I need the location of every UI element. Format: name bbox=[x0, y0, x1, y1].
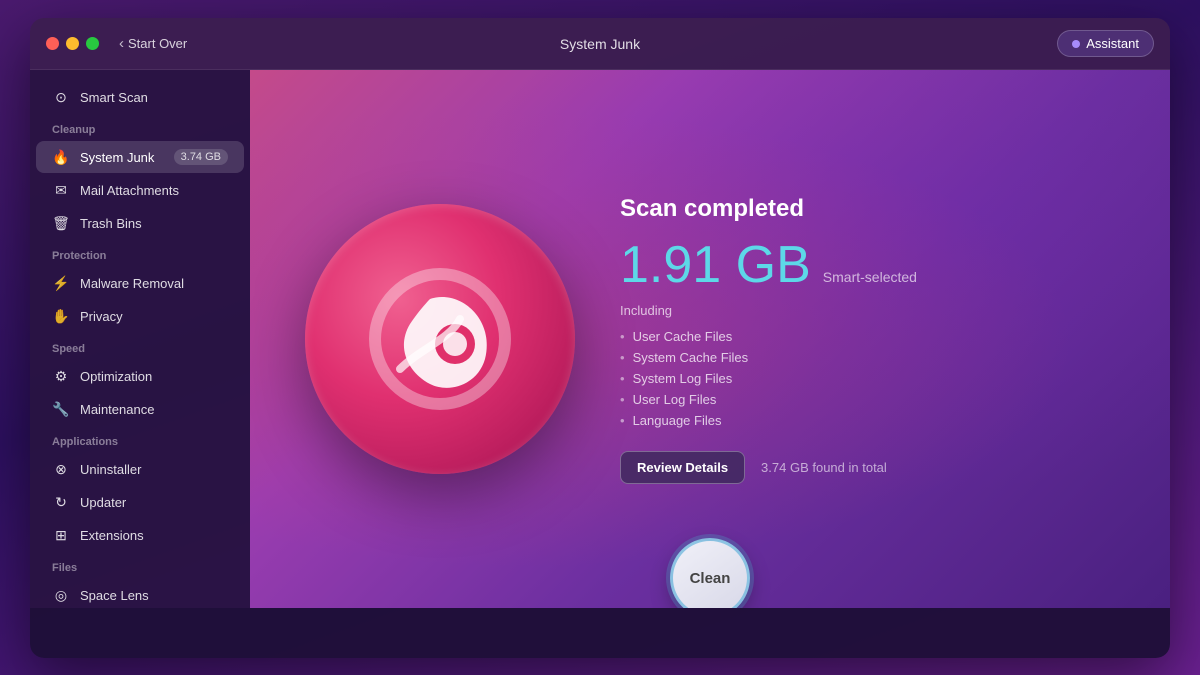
back-button[interactable]: ‹ Start Over bbox=[119, 35, 187, 52]
sidebar-label-system-junk: System Junk bbox=[80, 150, 154, 165]
sidebar-label-smart-scan: Smart Scan bbox=[80, 90, 148, 105]
updater-icon: ↻ bbox=[52, 493, 70, 511]
extensions-icon: ⊞ bbox=[52, 526, 70, 544]
scan-completed-title: Scan completed bbox=[620, 195, 1100, 223]
sidebar-label-trash: Trash Bins bbox=[80, 216, 142, 231]
sidebar-item-uninstaller[interactable]: ⊗ Uninstaller bbox=[36, 453, 244, 485]
minimize-button[interactable] bbox=[66, 37, 79, 50]
sidebar-label-mail: Mail Attachments bbox=[80, 183, 179, 198]
app-icon bbox=[305, 204, 575, 474]
sidebar-label-uninstaller: Uninstaller bbox=[80, 462, 141, 477]
sidebar-item-malware-removal[interactable]: ⚡ Malware Removal bbox=[36, 267, 244, 299]
content-row: Scan completed 1.91 GB Smart-selected In… bbox=[250, 175, 1170, 504]
chevron-left-icon: ‹ bbox=[119, 35, 124, 52]
sidebar-item-privacy[interactable]: ✋ Privacy bbox=[36, 300, 244, 332]
list-item: Language Files bbox=[620, 410, 1100, 431]
sidebar-item-trash-bins[interactable]: 🗑 Trash Bins bbox=[36, 207, 244, 239]
privacy-icon: ✋ bbox=[52, 307, 70, 325]
scan-results: Scan completed 1.91 GB Smart-selected In… bbox=[590, 175, 1130, 504]
list-item: User Cache Files bbox=[620, 326, 1100, 347]
section-label-cleanup: Cleanup bbox=[30, 114, 250, 140]
main-window: ‹ Start Over System Junk Assistant ⊙ Sma… bbox=[30, 18, 1170, 658]
list-item: User Log Files bbox=[620, 389, 1100, 410]
sidebar-label-extensions: Extensions bbox=[80, 528, 144, 543]
section-label-protection: Protection bbox=[30, 240, 250, 266]
section-label-files: Files bbox=[30, 552, 250, 578]
app-logo-svg bbox=[355, 254, 525, 424]
assistant-dot-icon bbox=[1072, 40, 1080, 48]
review-row: Review Details 3.74 GB found in total bbox=[620, 451, 1100, 484]
smart-scan-icon: ⊙ bbox=[52, 88, 70, 106]
sidebar-item-updater[interactable]: ↻ Updater bbox=[36, 486, 244, 518]
sidebar-label-maintenance: Maintenance bbox=[80, 402, 154, 417]
maintenance-icon: 🔧 bbox=[52, 400, 70, 418]
trash-icon: 🗑 bbox=[52, 214, 70, 232]
space-lens-icon: ◎ bbox=[52, 586, 70, 604]
review-details-button[interactable]: Review Details bbox=[620, 451, 745, 484]
section-label-applications: Applications bbox=[30, 426, 250, 452]
app-icon-wrap bbox=[290, 189, 590, 489]
section-label-speed: Speed bbox=[30, 333, 250, 359]
titlebar: ‹ Start Over System Junk Assistant bbox=[30, 18, 1170, 70]
main-panel: Scan completed 1.91 GB Smart-selected In… bbox=[250, 70, 1170, 608]
sidebar: ⊙ Smart Scan Cleanup 🔥 System Junk 3.74 … bbox=[30, 70, 250, 608]
sidebar-item-system-junk[interactable]: 🔥 System Junk 3.74 GB bbox=[36, 141, 244, 173]
traffic-lights bbox=[46, 37, 99, 50]
sidebar-item-optimization[interactable]: ⚙ Optimization bbox=[36, 360, 244, 392]
sidebar-label-updater: Updater bbox=[80, 495, 126, 510]
uninstaller-icon: ⊗ bbox=[52, 460, 70, 478]
sidebar-label-space-lens: Space Lens bbox=[80, 588, 149, 603]
sidebar-item-maintenance[interactable]: 🔧 Maintenance bbox=[36, 393, 244, 425]
found-total-label: 3.74 GB found in total bbox=[761, 460, 887, 475]
clean-button-wrap: Clean bbox=[670, 538, 750, 608]
system-junk-badge: 3.74 GB bbox=[174, 149, 228, 165]
sidebar-label-malware: Malware Removal bbox=[80, 276, 184, 291]
mail-icon: ✉ bbox=[52, 181, 70, 199]
window-title: System Junk bbox=[560, 36, 640, 52]
content-area: ⊙ Smart Scan Cleanup 🔥 System Junk 3.74 … bbox=[30, 70, 1170, 608]
list-item: System Cache Files bbox=[620, 347, 1100, 368]
including-label: Including bbox=[620, 303, 1100, 318]
assistant-button[interactable]: Assistant bbox=[1057, 30, 1154, 57]
sidebar-item-smart-scan[interactable]: ⊙ Smart Scan bbox=[36, 81, 244, 113]
bottom-strip bbox=[30, 608, 1170, 658]
assistant-label: Assistant bbox=[1086, 36, 1139, 51]
sidebar-label-privacy: Privacy bbox=[80, 309, 123, 324]
scan-size-label: Smart-selected bbox=[823, 269, 917, 285]
scan-size-row: 1.91 GB Smart-selected bbox=[620, 239, 1100, 291]
maximize-button[interactable] bbox=[86, 37, 99, 50]
scan-size-number: 1.91 GB bbox=[620, 239, 811, 291]
file-list: User Cache Files System Cache Files Syst… bbox=[620, 326, 1100, 431]
back-label: Start Over bbox=[128, 36, 187, 51]
sidebar-item-extensions[interactable]: ⊞ Extensions bbox=[36, 519, 244, 551]
list-item: System Log Files bbox=[620, 368, 1100, 389]
sidebar-item-mail-attachments[interactable]: ✉ Mail Attachments bbox=[36, 174, 244, 206]
close-button[interactable] bbox=[46, 37, 59, 50]
clean-button[interactable]: Clean bbox=[670, 538, 750, 608]
sidebar-label-optimization: Optimization bbox=[80, 369, 152, 384]
sidebar-item-space-lens[interactable]: ◎ Space Lens bbox=[36, 579, 244, 608]
system-junk-icon: 🔥 bbox=[52, 148, 70, 166]
malware-icon: ⚡ bbox=[52, 274, 70, 292]
optimization-icon: ⚙ bbox=[52, 367, 70, 385]
